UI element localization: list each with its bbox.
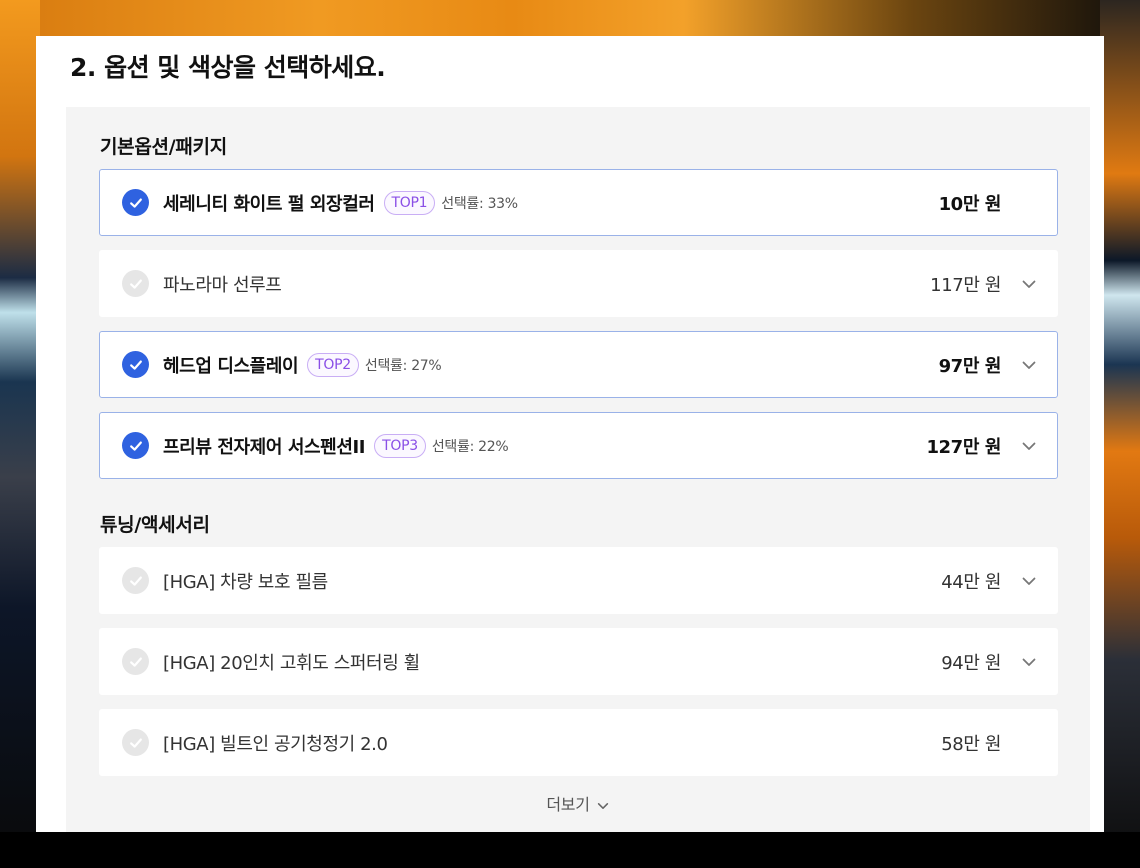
- rank-badge: TOP1: [383, 191, 436, 215]
- section-title: 2. 옵션 및 색상을 선택하세요.: [70, 53, 386, 82]
- option-row[interactable]: 세레니티 화이트 펄 외장컬러 TOP1 선택률: 33% 10만 원: [99, 169, 1058, 236]
- option-label: [HGA] 빌트인 공기청정기 2.0: [163, 730, 388, 756]
- rank-badge: TOP2: [307, 353, 359, 377]
- selection-rate: 선택률: 33%: [441, 196, 518, 212]
- selection-rate: 선택률: 27%: [364, 358, 442, 374]
- price-unit: 만 원: [962, 356, 1002, 377]
- option-row[interactable]: 파노라마 선루프 117만 원: [99, 250, 1058, 317]
- price-unit: 만 원: [962, 194, 1002, 215]
- price-amount: 44: [941, 572, 964, 593]
- price-amount: 127: [926, 437, 963, 458]
- chevron-down-icon[interactable]: [1021, 654, 1037, 670]
- option-label: [HGA] 차량 보호 필름: [163, 568, 328, 594]
- option-label: 헤드업 디스플레이 TOP2 선택률: 27%: [163, 352, 442, 378]
- selection-rate: 선택률: 22%: [431, 439, 509, 455]
- price-amount: 117: [930, 275, 964, 296]
- option-name: [HGA] 빌트인 공기청정기 2.0: [163, 734, 388, 755]
- background-right-strip: [1100, 0, 1140, 868]
- price-amount: 58: [941, 734, 964, 755]
- option-name: [HGA] 차량 보호 필름: [163, 572, 328, 593]
- price-unit: 만 원: [963, 572, 1001, 593]
- option-label: 세레니티 화이트 펄 외장컬러 TOP1 선택률: 33%: [163, 190, 518, 216]
- price-amount: 10: [938, 194, 964, 215]
- option-price: 127만 원: [926, 433, 1001, 459]
- chevron-down-icon[interactable]: [1021, 357, 1037, 373]
- check-icon[interactable]: [122, 351, 149, 378]
- price-amount: 94: [941, 653, 964, 674]
- chevron-down-icon[interactable]: [1021, 438, 1037, 454]
- check-icon[interactable]: [122, 189, 149, 216]
- option-price: 10만 원: [938, 190, 1002, 216]
- chevron-down-icon[interactable]: [1021, 276, 1037, 292]
- check-icon[interactable]: [122, 567, 149, 594]
- chevron-down-icon[interactable]: [1021, 573, 1037, 589]
- option-label: [HGA] 20인치 고휘도 스퍼터링 휠: [163, 649, 420, 675]
- background-left-strip: [0, 0, 40, 868]
- check-icon[interactable]: [122, 648, 149, 675]
- option-name: [HGA] 20인치 고휘도 스퍼터링 휠: [163, 653, 420, 674]
- option-price: 58만 원: [941, 730, 1001, 756]
- option-price: 44만 원: [941, 568, 1001, 594]
- option-name: 세레니티 화이트 펄 외장컬러: [163, 194, 375, 215]
- option-label: 파노라마 선루프: [163, 271, 282, 297]
- check-icon[interactable]: [122, 270, 149, 297]
- price-unit: 만 원: [963, 734, 1001, 755]
- check-icon[interactable]: [122, 432, 149, 459]
- more-label: 더보기: [546, 795, 590, 814]
- option-name: 헤드업 디스플레이: [163, 356, 299, 377]
- option-price: 97만 원: [938, 352, 1002, 378]
- price-unit: 만 원: [963, 653, 1001, 674]
- group-title-basic: 기본옵션/패키지: [100, 136, 227, 158]
- options-list: 기본옵션/패키지 세레니티 화이트 펄 외장컬러 TOP1 선택률: 33% 10만 …: [66, 107, 1090, 832]
- option-row[interactable]: [HGA] 빌트인 공기청정기 2.0 58만 원: [99, 709, 1058, 776]
- price-unit: 만 원: [963, 275, 1001, 296]
- option-name: 파노라마 선루프: [163, 275, 282, 296]
- chevron-down-icon: [597, 802, 608, 809]
- group-title-tuning: 튜닝/액세서리: [100, 514, 210, 536]
- price-unit: 만 원: [962, 437, 1002, 458]
- option-name: 프리뷰 전자제어 서스펜션II: [163, 437, 366, 458]
- option-row[interactable]: [HGA] 20인치 고휘도 스퍼터링 휠 94만 원: [99, 628, 1058, 695]
- option-price: 94만 원: [941, 649, 1001, 675]
- option-label: 프리뷰 전자제어 서스펜션II TOP3 선택률: 22%: [163, 433, 509, 459]
- rank-badge: TOP3: [374, 434, 426, 458]
- option-row[interactable]: 프리뷰 전자제어 서스펜션II TOP3 선택률: 22% 127만 원: [99, 412, 1058, 479]
- check-icon[interactable]: [122, 729, 149, 756]
- option-row[interactable]: [HGA] 차량 보호 필름 44만 원: [99, 547, 1058, 614]
- option-price: 117만 원: [930, 271, 1001, 297]
- background-bottom-strip: [0, 832, 1140, 868]
- option-row[interactable]: 헤드업 디스플레이 TOP2 선택률: 27% 97만 원: [99, 331, 1058, 398]
- options-panel: 2. 옵션 및 색상을 선택하세요. 기본옵션/패키지 세레니티 화이트 펄 외…: [36, 36, 1104, 832]
- price-amount: 97: [938, 356, 964, 377]
- more-button[interactable]: 더보기: [66, 791, 1090, 815]
